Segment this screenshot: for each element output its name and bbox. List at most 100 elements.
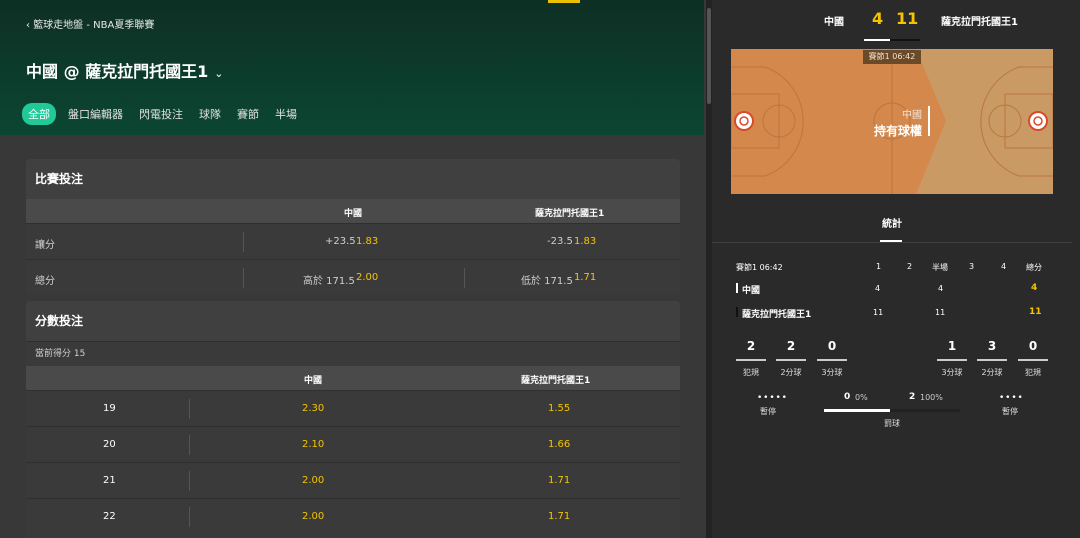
odds-button[interactable]: 2.00 [302,511,324,522]
chevron-down-icon: ⌄ [214,67,224,80]
card-title[interactable]: 分數投注 [26,301,680,341]
match-header: ‹ 籃球走地盤 - NBA夏季聯賽 中國 @ 薩克拉門托國王1 ⌄ 全部 盤口編輯… [0,0,704,135]
stat-underline [1018,359,1048,361]
half-score: 11 [935,308,946,317]
timeout-label-b: 暫停 [1002,407,1018,416]
row-label: 讓分 [35,240,55,251]
divider [189,399,190,419]
row-label: 總分 [35,276,55,287]
hoop-icon [734,111,754,131]
timeout-dots-b: • • • • [999,393,1023,403]
q1-score: 4 [875,284,881,293]
free-throw-label: 罰球 [884,419,900,428]
total-line: 低於 171.5 [521,276,573,287]
divider [189,435,190,455]
possession-team: 中國 [902,110,922,121]
tab-teams[interactable]: 球隊 [191,103,229,125]
scoreboard-team-b: 薩克拉門托國王1 [941,17,1018,28]
half-score: 4 [938,284,944,293]
tab-half[interactable]: 半場 [267,103,305,125]
free-throw-bar-a [824,409,890,412]
score-bet-card: 分數投注 當前得分 15 中國 薩克拉門托國王1 19 2.30 1.55 20… [26,301,680,538]
scoreboard-score-a: 4 [872,9,884,28]
hoop-icon [1028,111,1048,131]
free-throw-b-value: 2 [909,392,916,402]
live-panel: 中國 4 11 薩克拉門托國王1 賽節1 06:42 中國 持有球權 統計 賽節… [712,0,1080,538]
match-bet-card: 比賽投注 中國 薩克拉門托國王1 讓分 +23.5 1.83 -23.5 1.8… [26,159,680,295]
divider [243,268,244,288]
odds-value: 2.00 [356,272,379,283]
stat-value: 3 [987,339,997,353]
divider [243,232,244,252]
table-row: 22 2.00 1.71 [26,498,680,534]
possession-indicator [928,106,930,136]
markets-panel: ‹ 籃球走地盤 - NBA夏季聯賽 中國 @ 薩克拉門托國王1 ⌄ 全部 盤口編輯… [0,0,706,538]
handicap-line: +23.5 [325,236,356,247]
match-title-text: 中國 @ 薩克拉門托國王1 [26,62,209,81]
period-clock: 賽節1 06:42 [736,263,783,272]
col-team-a: 中國 [304,376,323,386]
free-throw-a-pct: 0% [855,393,868,402]
column-header: 中國 薩克拉門托國王1 [26,199,680,223]
odds-button[interactable]: 1.55 [548,403,570,414]
odds-button[interactable]: 2.30 [302,403,324,414]
app-root: ‹ 籃球走地盤 - NBA夏季聯賽 中國 @ 薩克拉門托國王1 ⌄ 全部 盤口編輯… [0,0,1080,538]
stat-label: 3分球 [941,368,963,377]
q1-score: 11 [873,308,884,317]
free-throw-bar [824,409,960,412]
stat-underline [736,359,766,361]
col-q2: 2 [907,262,913,271]
tab-flash-bet[interactable]: 閃電投注 [131,103,191,125]
odds-value: 1.83 [574,236,597,247]
table-row: 19 2.30 1.55 [26,390,680,426]
table-row: 20 2.10 1.66 [26,426,680,462]
tab-quarters[interactable]: 賽節 [229,103,267,125]
scoreboard-team-a: 中國 [824,17,844,28]
table-row: 總分 高於 171.5 2.00 低於 171.5 1.71 [26,259,680,295]
possession-label: 持有球權 [874,124,923,138]
divider [712,242,1072,243]
active-indicator [548,0,580,3]
col-q4: 4 [1001,262,1007,271]
column-header: 中國 薩克拉門托國王1 [26,366,680,390]
stat-label: 犯規 [743,368,759,377]
odds-button[interactable]: 1.66 [548,439,570,450]
tab-all[interactable]: 全部 [22,103,56,125]
col-team-b: 薩克拉門托國王1 [521,376,591,386]
odds-button[interactable]: 2.00 [302,475,324,486]
breadcrumb[interactable]: ‹ 籃球走地盤 - NBA夏季聯賽 [26,16,154,31]
timeout-label-a: 暫停 [760,407,776,416]
odds-button[interactable]: 2.10 [302,439,324,450]
col-total: 總分 [1026,263,1042,272]
stat-label: 3分球 [821,368,843,377]
stat-value: 0 [1028,339,1038,353]
stat-underline [817,359,847,361]
odds-button[interactable]: 1.71 [548,511,570,522]
odds-button[interactable]: 1.71 [548,475,570,486]
odds-value: 1.71 [574,272,597,283]
stat-value: 2 [746,339,756,353]
col-q1: 1 [876,262,882,271]
stat-value: 0 [827,339,837,353]
stat-value: 1 [947,339,957,353]
stat-underline [776,359,806,361]
score-value: 22 [103,511,116,522]
col-q3: 3 [969,262,975,271]
stat-underline [977,359,1007,361]
handicap-line: -23.5 [547,236,573,247]
stat-label: 犯規 [1025,368,1041,377]
stat-label: 2分球 [981,368,1003,377]
tab-stats[interactable]: 統計 [882,215,902,230]
score-value: 21 [103,475,116,486]
tab-bet-builder[interactable]: 盤口編輯器 [60,103,131,125]
stat-underline [937,359,967,361]
card-title[interactable]: 比賽投注 [26,159,680,199]
team-b-color-marker [736,307,738,317]
stat-value: 2 [786,339,796,353]
scrollbar-thumb[interactable] [707,8,711,104]
match-title[interactable]: 中國 @ 薩克拉門托國王1 ⌄ [26,58,224,82]
team-a-name: 中國 [742,286,761,296]
odds-value: 1.83 [356,236,379,247]
total-line: 高於 171.5 [303,276,355,287]
market-tabs: 全部 盤口編輯器 閃電投注 球隊 賽節 半場 [22,103,305,125]
